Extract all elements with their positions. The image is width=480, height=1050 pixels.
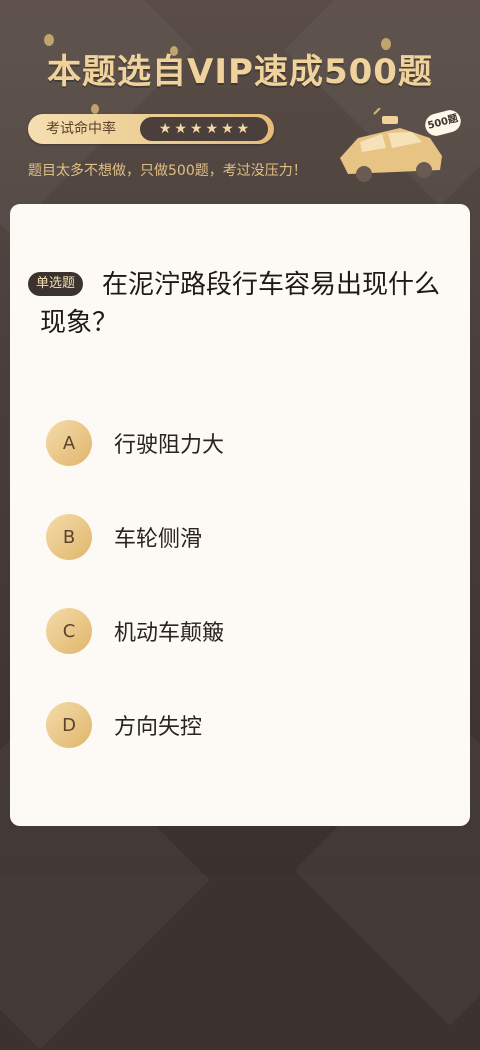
star-icon: ★	[205, 121, 219, 137]
question-text: 在泥泞路段行车容易出现什么现象？	[40, 270, 441, 338]
question-type-tag: 单选题	[28, 272, 84, 296]
option-d[interactable]: D 方向失控	[46, 702, 446, 748]
option-letter: C	[46, 608, 92, 654]
rating-stars: ★ ★ ★ ★ ★ ★	[140, 117, 268, 141]
option-letter: D	[46, 702, 92, 748]
star-icon: ★	[174, 121, 187, 137]
star-icon: ★	[189, 121, 203, 137]
star-icon: ★	[236, 121, 250, 137]
star-icon: ★	[158, 121, 172, 137]
option-c[interactable]: C 机动车颠簸	[46, 608, 446, 654]
option-label: 车轮侧滑	[114, 527, 203, 552]
header-subtitle: 题目太多不想做，只做500题，考过没压力！	[28, 163, 307, 179]
option-label: 机动车颠簸	[114, 621, 225, 646]
option-label: 方向失控	[114, 715, 203, 740]
hit-rate-pill: 考试命中率 ★ ★ ★ ★ ★ ★	[28, 114, 274, 144]
option-b[interactable]: B 车轮侧滑	[46, 514, 446, 560]
option-letter: A	[46, 420, 92, 466]
balloon-icon	[91, 104, 99, 114]
option-label: 行驶阻力大	[114, 433, 225, 458]
option-a[interactable]: A 行驶阻力大	[46, 420, 446, 466]
header-title: 本题选自VIP速成500题	[47, 52, 433, 92]
option-letter: B	[46, 514, 92, 560]
star-icon: ★	[221, 121, 234, 137]
hit-rate-label: 考试命中率	[46, 121, 116, 137]
question-card: 在泥泞路段行车容易出现什么现象？ 单选题 A 行驶阻力大 B 车轮侧滑 C 机动…	[10, 204, 470, 826]
